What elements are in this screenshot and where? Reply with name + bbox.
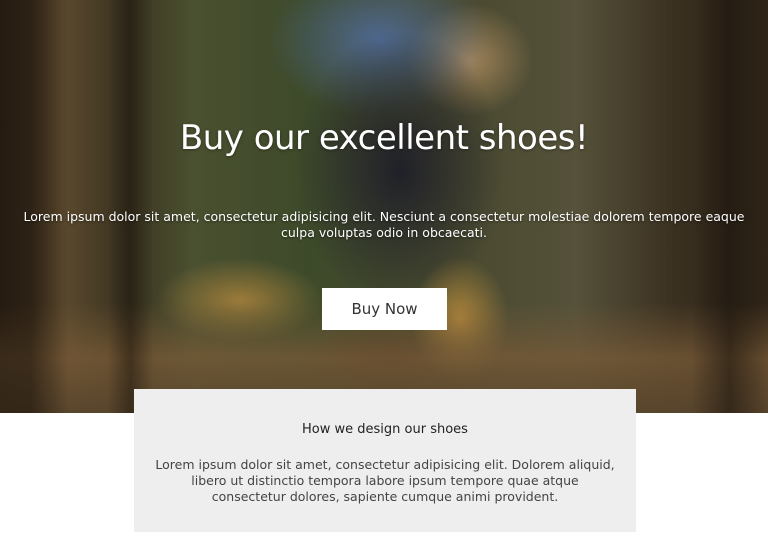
hero-description: Lorem ipsum dolor sit amet, consectetur … <box>23 209 745 240</box>
hero-section: Buy our excellent shoes! Lorem ipsum dol… <box>0 0 768 413</box>
design-info-card: How we design our shoes Lorem ipsum dolo… <box>134 389 636 532</box>
design-heading: How we design our shoes <box>302 422 468 437</box>
hero-title: Buy our excellent shoes! <box>179 118 589 158</box>
design-description: Lorem ipsum dolor sit amet, consectetur … <box>155 457 615 504</box>
buy-now-button[interactable]: Buy Now <box>322 288 447 330</box>
hero-content: Buy our excellent shoes! Lorem ipsum dol… <box>0 0 768 413</box>
